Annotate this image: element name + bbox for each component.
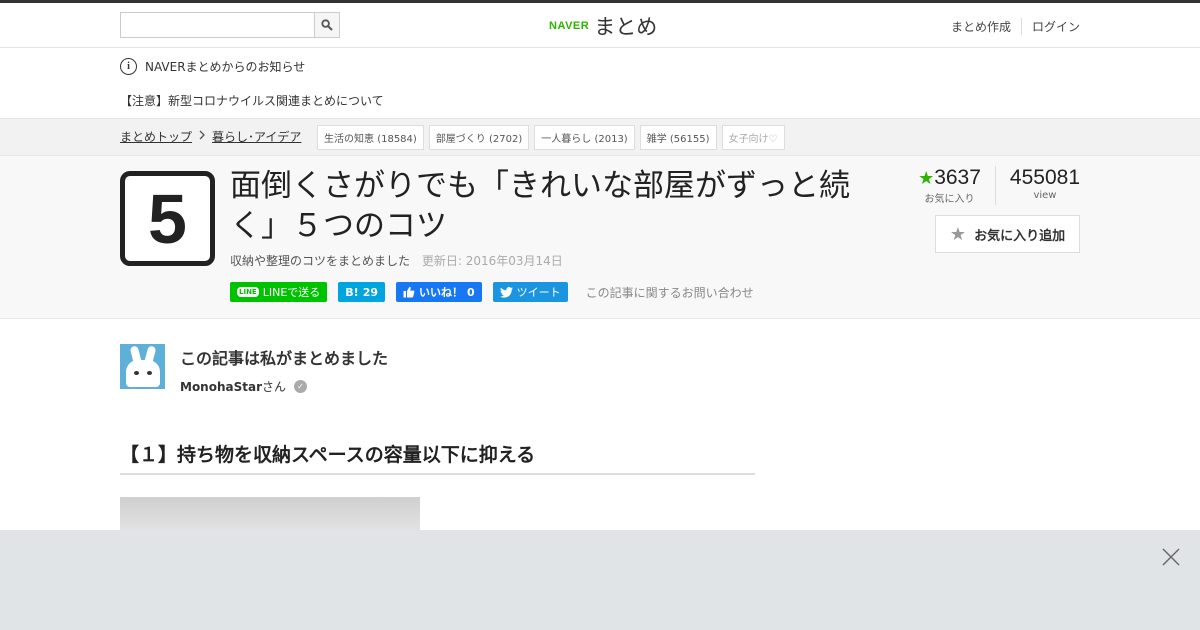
favorites-label: お気に入り: [924, 194, 975, 205]
breadcrumb-item-top[interactable]: まとめトップ: [120, 128, 192, 145]
views-count: 455081: [1009, 166, 1080, 189]
search-input[interactable]: [121, 13, 314, 37]
logo-brand: NAVER: [549, 20, 590, 32]
green-star-icon: ★: [918, 168, 935, 188]
facebook-like-count: 0: [467, 285, 475, 299]
header-links: まとめ作成 ログイン: [941, 18, 1080, 35]
chevron-right-icon: [198, 130, 206, 143]
hatena-count: 29: [362, 285, 378, 299]
article-thumbnail: 5: [120, 171, 215, 266]
breadcrumb-bar: まとめトップ 暮らし･アイデア 生活の知恵 (18584) 部屋づくり (270…: [0, 118, 1200, 156]
notice-title: NAVERまとめからのお知らせ: [145, 60, 306, 74]
line-share-button[interactable]: LINE LINEで送る: [230, 282, 328, 302]
author-heading: この記事は私がまとめました: [180, 349, 389, 368]
avatar[interactable]: [120, 344, 165, 389]
hatena-icon: B!: [345, 285, 359, 299]
tag-list: 生活の知恵 (18584) 部屋づくり (2702) 一人暮らし (2013) …: [317, 125, 785, 150]
section-heading: 【１】持ち物を収納スペースの容量以下に抑える: [120, 440, 755, 475]
article-stats: ★3637 お気に入り 455081 view: [904, 166, 1080, 205]
description-text: 収納や整理のコツをまとめました: [230, 254, 411, 268]
author-info: この記事は私がまとめました MonohaStarさん ✓: [180, 344, 388, 395]
tag-item[interactable]: 生活の知恵 (18584): [317, 125, 424, 150]
twitter-bird-icon: [499, 286, 513, 298]
notice-link[interactable]: 【注意】新型コロナウイルス関連まとめについて: [120, 92, 384, 109]
views-stat: 455081 view: [994, 166, 1080, 205]
add-favorite-button[interactable]: ★ お気に入り追加: [935, 215, 1080, 253]
author-name[interactable]: MonohaStar: [180, 380, 262, 394]
notice-heading: i NAVERまとめからのお知らせ: [120, 58, 305, 75]
views-label: view: [1033, 190, 1057, 201]
site-header: NAVER まとめ まとめ作成 ログイン: [0, 3, 1200, 48]
close-icon: [1162, 548, 1180, 566]
tag-item[interactable]: 女子向け♡: [721, 125, 785, 150]
tag-item[interactable]: 雑学 (56155): [639, 125, 717, 150]
author-block: この記事は私がまとめました MonohaStarさん ✓: [120, 344, 388, 395]
star-icon: ★: [949, 223, 967, 245]
logo-service: まとめ: [594, 15, 658, 39]
article-description: 収納や整理のコツをまとめました 更新日: 2016年03月14日: [230, 252, 563, 269]
tag-item[interactable]: 一人暮らし (2013): [534, 125, 635, 150]
login-link[interactable]: ログイン: [1020, 18, 1080, 35]
author-name-row: MonohaStarさん ✓: [180, 378, 388, 395]
favorites-stat: ★3637 お気に入り: [904, 166, 995, 205]
social-share-bar: LINE LINEで送る B! 29 いいね！ 0 ツイート この記事に関するお…: [230, 282, 754, 302]
create-matome-link[interactable]: まとめ作成: [941, 18, 1021, 35]
search-icon: [321, 19, 333, 31]
tweet-button[interactable]: ツイート: [492, 282, 568, 302]
ad-overlay-bar: [0, 530, 1200, 630]
verified-icon: ✓: [294, 380, 308, 393]
hatena-bookmark-button[interactable]: B! 29: [338, 282, 385, 302]
notice-area: i NAVERまとめからのお知らせ 【注意】新型コロナウイルス関連まとめについて: [0, 48, 1200, 118]
article-header: 5 面倒くさがりでも「きれいな部屋がずっと続く」５つのコツ 収納や整理のコツをま…: [0, 156, 1200, 319]
inquiry-link[interactable]: この記事に関するお問い合わせ: [586, 284, 754, 301]
facebook-like-button[interactable]: いいね！ 0: [396, 282, 482, 302]
site-logo[interactable]: NAVER まとめ: [549, 11, 657, 41]
favorites-count: 3637: [934, 166, 981, 189]
thumbs-up-icon: [403, 286, 415, 298]
search-button[interactable]: [314, 13, 339, 37]
breadcrumb-item-category[interactable]: 暮らし･アイデア: [212, 128, 301, 145]
search-box: [120, 12, 340, 38]
updated-date: 更新日: 2016年03月14日: [421, 254, 563, 268]
tag-item[interactable]: 部屋づくり (2702): [428, 125, 530, 150]
line-icon: LINE: [237, 287, 259, 297]
close-ad-button[interactable]: [1162, 548, 1180, 566]
article-title: 面倒くさがりでも「きれいな部屋がずっと続く」５つのコツ: [230, 168, 850, 244]
info-icon: i: [120, 58, 137, 75]
breadcrumb: まとめトップ 暮らし･アイデア: [120, 128, 301, 145]
